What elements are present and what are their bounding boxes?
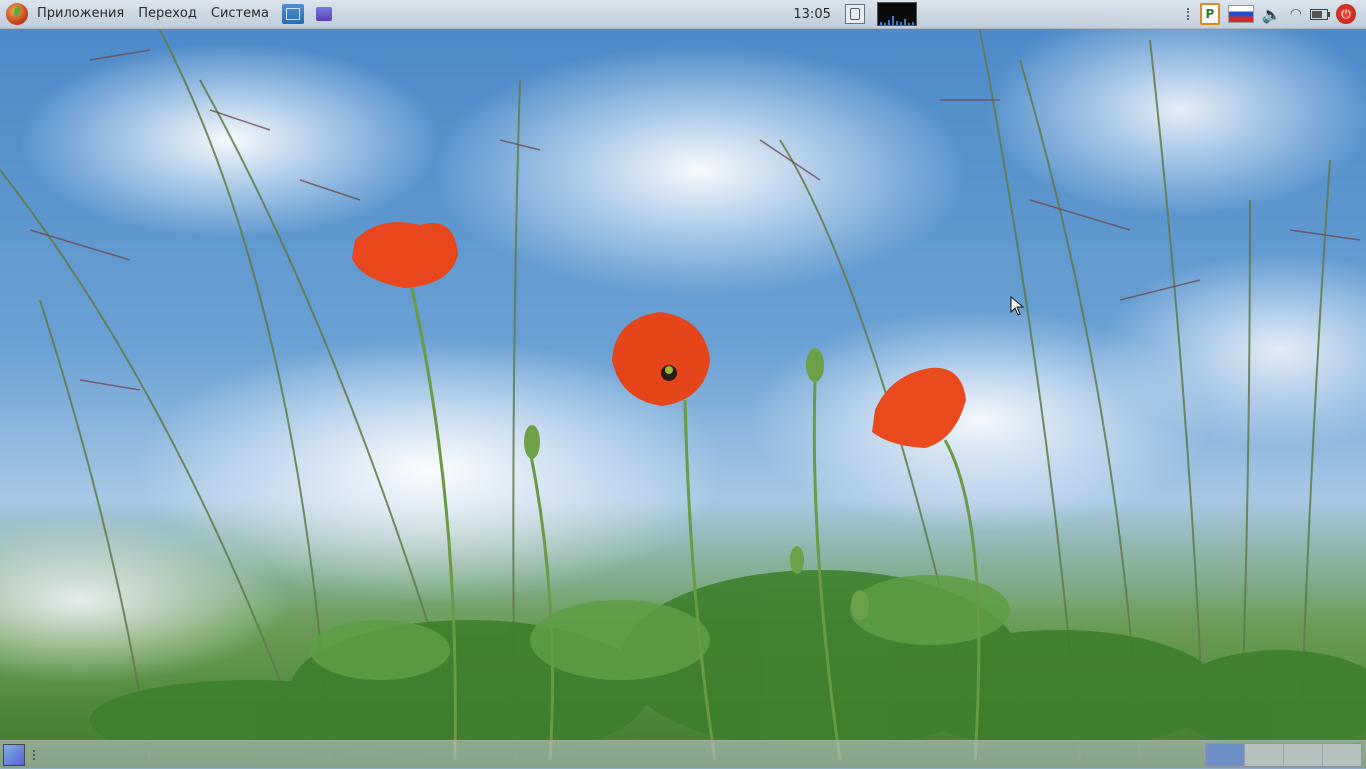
workspace-3[interactable]	[1283, 744, 1322, 766]
workspace-launcher-icon[interactable]	[315, 7, 332, 21]
workspace-2[interactable]	[1244, 744, 1283, 766]
workspace-4[interactable]	[1322, 744, 1361, 766]
wallpaper-illustration	[0, 29, 1366, 761]
workspace-1[interactable]	[1206, 744, 1244, 766]
network-manager-launcher-icon[interactable]	[281, 4, 304, 24]
russia-flag-icon[interactable]	[1227, 5, 1254, 23]
panel-handle[interactable]	[33, 750, 38, 760]
mint-leaf-logo-icon[interactable]	[6, 3, 28, 25]
power-icon[interactable]: ⏻	[1336, 4, 1356, 24]
wifi-icon[interactable]: ◠	[1290, 6, 1302, 22]
system-tray: P 🔈 ◠ ⏻	[1186, 3, 1360, 25]
volume-icon[interactable]: 🔈	[1262, 5, 1282, 24]
battery-icon[interactable]	[1310, 8, 1330, 20]
menu-applications[interactable]: Приложения	[30, 0, 131, 28]
show-desktop-icon[interactable]	[3, 744, 25, 766]
workspace-switcher	[1205, 743, 1362, 767]
clock[interactable]: 13:05	[793, 7, 830, 22]
clipboard-icon[interactable]	[844, 4, 865, 24]
keyboard-indicator-icon[interactable]: P	[1199, 3, 1220, 25]
bottom-panel	[0, 740, 1366, 769]
top-panel: Приложения Переход Система 13:05 P 🔈 ◠ ⏻	[0, 0, 1366, 29]
desktop-wallpaper	[0, 0, 1366, 768]
mouse-cursor-icon	[1010, 296, 1025, 316]
system-monitor-icon[interactable]	[876, 2, 917, 26]
menu-places[interactable]: Переход	[131, 0, 204, 28]
tray-handle[interactable]	[1186, 8, 1192, 20]
menu-system[interactable]: Система	[204, 0, 276, 28]
